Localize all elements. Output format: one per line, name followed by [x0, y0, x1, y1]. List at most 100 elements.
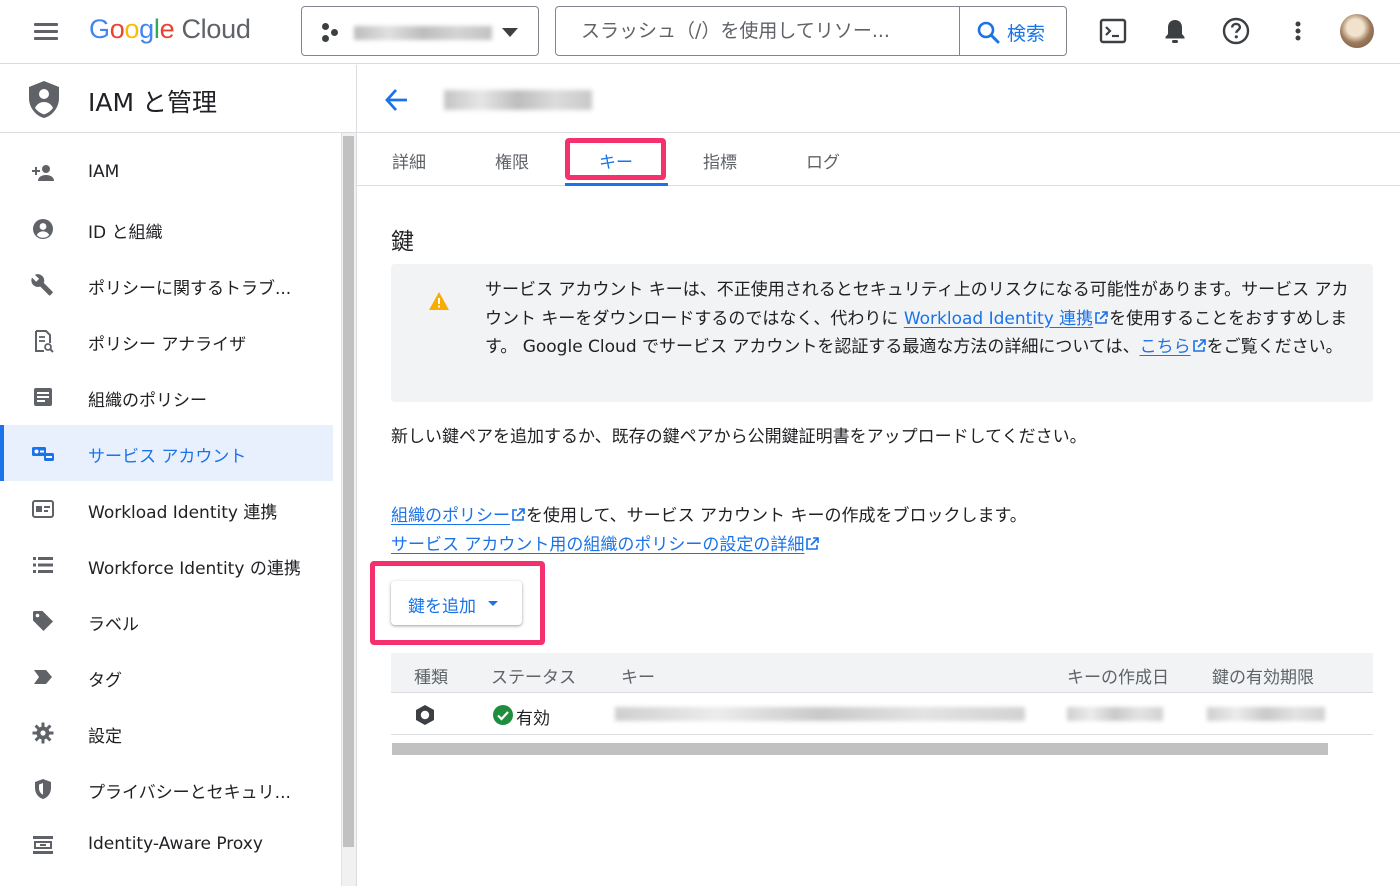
top-bar: Google Cloud 検索	[0, 0, 1400, 64]
key-id-redacted	[615, 707, 1025, 721]
tab-logs[interactable]: ログ	[806, 148, 840, 173]
learn-more-link[interactable]: こちら	[1140, 337, 1191, 357]
article-icon	[34, 388, 52, 406]
gear-icon	[32, 722, 54, 744]
sidebar-item-workload-identity[interactable]: Workload Identity 連携	[0, 481, 333, 537]
sidebar-item-service-accounts[interactable]: サービス アカウント	[0, 425, 333, 481]
warning-banner: サービス アカウント キーは、不正使用されるとセキュリティ上のリスクになる可能性…	[391, 264, 1373, 402]
section-title: 鍵	[391, 229, 414, 255]
table-row[interactable]: 有効	[391, 693, 1373, 735]
policy-doc-icon	[35, 330, 54, 353]
tag-icon	[33, 611, 53, 631]
sidebar-item-identity-org[interactable]: ID と組織	[0, 201, 333, 257]
column-header-expiry[interactable]: 鍵の有効期限	[1212, 663, 1314, 688]
sidebar-item-policy-troubleshooter[interactable]: ポリシーに関するトラブ...	[0, 257, 333, 313]
warning-icon	[429, 292, 449, 310]
main-menu-icon[interactable]	[32, 20, 60, 44]
org-policy-text: を使用して、サービス アカウント キーの作成をブロックします。	[526, 506, 1027, 526]
workload-identity-link[interactable]: Workload Identity 連携	[904, 309, 1093, 329]
column-header-type[interactable]: 種類	[414, 663, 448, 688]
sidebar-item-label: ID と組織	[88, 223, 163, 243]
active-tab-indicator	[565, 183, 668, 186]
sidebar-item-label: Workforce Identity の連携	[88, 559, 301, 579]
sidebar-item-label: IAM	[88, 162, 120, 182]
org-policy-description: 組織のポリシー を使用して、サービス アカウント キーの作成をブロックします。サー…	[391, 502, 1131, 559]
notifications-bell-icon[interactable]	[1158, 14, 1192, 48]
sidebar-item-label: プライバシーとセキュリ...	[88, 783, 291, 803]
sidebar-item-workforce-identity[interactable]: Workforce Identity の連携	[0, 537, 333, 593]
chevron-down-icon	[502, 28, 518, 37]
external-link-icon	[1095, 310, 1108, 324]
sidebar-item-privacy-security[interactable]: プライバシーとセキュリ...	[0, 761, 333, 817]
tab-bar: 詳細 権限 キー 指標 ログ	[357, 132, 1400, 186]
sidebar-divider	[356, 65, 357, 886]
dropdown-arrow-icon	[488, 601, 498, 606]
account-circle-icon	[33, 219, 53, 239]
check-circle-icon	[493, 705, 513, 725]
column-header-status[interactable]: ステータス	[491, 663, 576, 688]
org-policy-link[interactable]: 組織のポリシー	[391, 506, 510, 526]
back-arrow-icon[interactable]	[383, 86, 411, 118]
tab-keys-highlight	[565, 138, 666, 180]
iam-shield-icon	[26, 79, 62, 123]
sidebar-scrollbar-thumb[interactable]	[343, 136, 354, 847]
badge-icon	[32, 500, 54, 518]
warning-text-3: をご覧ください。	[1206, 337, 1343, 357]
logo-google: Google	[89, 14, 175, 44]
cloud-shell-icon[interactable]	[1096, 14, 1130, 48]
sidebar-item-label: ポリシーに関するトラブ...	[88, 279, 292, 299]
sidebar-item-policy-analyzer[interactable]: ポリシー アナライザ	[0, 313, 333, 369]
sidebar-item-iam[interactable]: IAM	[0, 145, 333, 201]
table-horizontal-scrollbar[interactable]	[392, 743, 1328, 755]
sidebar-item-settings[interactable]: 設定	[0, 705, 333, 761]
more-vert-icon[interactable]	[1281, 14, 1315, 48]
nav-header: IAM と管理	[0, 65, 356, 133]
key-expiry-redacted	[1207, 707, 1325, 721]
add-key-description: 新しい鍵ペアを追加するか、既存の鍵ペアから公開鍵証明書をアップロードしてください…	[391, 427, 1087, 447]
sidebar-item-label: Identity-Aware Proxy	[88, 834, 263, 854]
sidebar-item-label: Workload Identity 連携	[88, 503, 278, 523]
avatar[interactable]	[1340, 14, 1374, 48]
org-policy-details-link[interactable]: サービス アカウント用の組織のポリシーの設定の詳細	[391, 535, 804, 555]
sidebar-nav: IAM ID と組織 ポリシーに関するトラブ... ポリシー アナライザ 組織の…	[0, 133, 340, 886]
column-header-created[interactable]: キーの作成日	[1067, 663, 1169, 688]
project-picker[interactable]	[301, 6, 539, 56]
sidebar-item-label: タグ	[88, 671, 122, 691]
wrench-icon	[31, 274, 53, 296]
sidebar-item-label: ポリシー アナライザ	[88, 335, 247, 355]
label-icon	[34, 670, 52, 684]
tab-details[interactable]: 詳細	[392, 148, 426, 173]
add-key-label: 鍵を追加	[408, 597, 476, 617]
search-input[interactable]	[557, 8, 957, 54]
search-button[interactable]: 検索	[959, 7, 1067, 55]
nav-title: IAM と管理	[88, 88, 217, 117]
list-icon	[33, 557, 53, 573]
tab-metrics[interactable]: 指標	[703, 148, 737, 173]
google-cloud-logo[interactable]: Google Cloud	[89, 14, 251, 45]
logo-cloud: Cloud	[181, 14, 251, 44]
search-button-label: 検索	[1007, 23, 1046, 45]
person-add-icon	[32, 165, 54, 181]
sidebar-item-tags[interactable]: タグ	[0, 649, 333, 705]
sidebar-item-label: 設定	[88, 727, 122, 747]
tab-permissions[interactable]: 権限	[495, 148, 529, 173]
sidebar-item-label: ラベル	[88, 615, 139, 635]
search-icon	[977, 21, 1000, 44]
column-header-key[interactable]: キー	[621, 663, 655, 688]
project-name-redacted	[354, 26, 492, 40]
sidebar-item-labels[interactable]: ラベル	[0, 593, 333, 649]
warning-text: サービス アカウント キーは、不正使用されるとセキュリティ上のリスクになる可能性…	[485, 276, 1355, 362]
sidebar-item-org-policies[interactable]: 組織のポリシー	[0, 369, 333, 425]
sidebar-item-identity-aware-proxy[interactable]: Identity-Aware Proxy	[0, 817, 333, 873]
project-icon	[322, 23, 342, 43]
shield-icon	[35, 779, 51, 799]
key-created-redacted	[1067, 707, 1163, 721]
sidebar-item-label: サービス アカウント	[88, 447, 247, 467]
service-account-icon	[32, 447, 54, 461]
proxy-icon	[33, 836, 53, 854]
keys-table-header: 種類 ステータス キー キーの作成日 鍵の有効期限	[391, 653, 1373, 693]
help-icon[interactable]	[1219, 14, 1253, 48]
add-key-button[interactable]: 鍵を追加	[391, 581, 522, 625]
key-type-icon	[416, 705, 434, 725]
service-account-name-redacted	[444, 90, 592, 110]
